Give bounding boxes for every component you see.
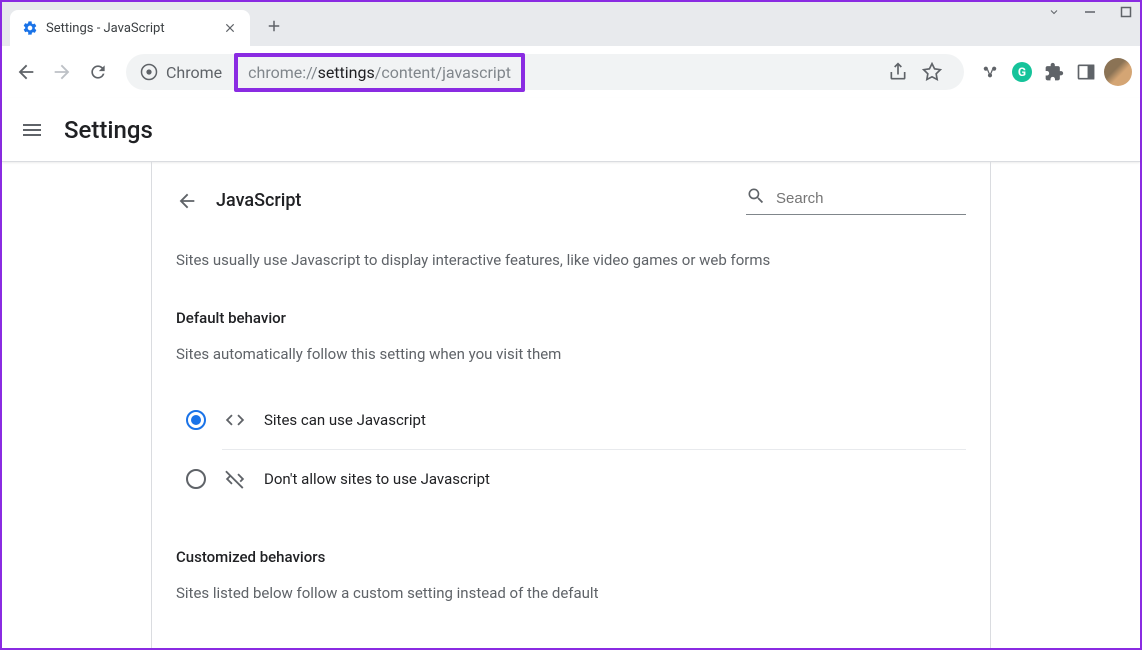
- panel-header: JavaScript: [152, 186, 990, 227]
- customized-heading: Customized behaviors: [176, 548, 966, 566]
- radio-option-block[interactable]: Don't allow sites to use Javascript: [176, 450, 966, 508]
- address-bar-icons: [884, 58, 950, 86]
- forward-button[interactable]: [46, 56, 78, 88]
- settings-title: Settings: [64, 116, 153, 144]
- back-button[interactable]: [10, 56, 42, 88]
- share-icon[interactable]: [884, 58, 912, 86]
- url-highlight-box: chrome://settings/content/javascript: [234, 53, 525, 92]
- menu-icon[interactable]: [20, 118, 44, 142]
- grammarly-icon[interactable]: G: [1008, 58, 1036, 86]
- browser-tab-bar: Settings - JavaScript: [2, 2, 1140, 46]
- radio-label: Sites can use Javascript: [264, 411, 426, 429]
- radio-option-allow[interactable]: Sites can use Javascript: [176, 391, 966, 449]
- window-controls: [1048, 4, 1132, 20]
- address-prefix: Chrome: [166, 63, 222, 82]
- customized-subtext: Sites listed below follow a custom setti…: [176, 584, 966, 602]
- content-wrap: JavaScript Sites usually use Javascript …: [2, 162, 1140, 648]
- radio-button[interactable]: [186, 469, 206, 489]
- side-panel-icon[interactable]: [1072, 58, 1100, 86]
- search-icon: [746, 186, 766, 210]
- minimize-icon[interactable]: [1084, 6, 1096, 18]
- default-behavior-subtext: Sites automatically follow this setting …: [176, 345, 966, 363]
- browser-tab[interactable]: Settings - JavaScript: [10, 10, 250, 46]
- panel-description: Sites usually use Javascript to display …: [176, 251, 966, 269]
- bookmark-icon[interactable]: [918, 58, 946, 86]
- back-arrow-icon[interactable]: [176, 190, 198, 212]
- close-icon[interactable]: [222, 20, 238, 36]
- settings-header: Settings: [2, 98, 1140, 162]
- search-box[interactable]: [746, 186, 966, 215]
- radio-button[interactable]: [186, 410, 206, 430]
- search-input[interactable]: [776, 190, 966, 207]
- content-panel: JavaScript Sites usually use Javascript …: [151, 162, 991, 648]
- new-tab-button[interactable]: [260, 12, 288, 40]
- customized-section: Customized behaviors Sites listed below …: [176, 548, 966, 602]
- reload-button[interactable]: [82, 56, 114, 88]
- chevron-down-icon[interactable]: [1048, 4, 1060, 20]
- chrome-icon: [140, 63, 158, 81]
- radio-label: Don't allow sites to use Javascript: [264, 470, 490, 488]
- code-off-icon: [224, 468, 246, 490]
- maximize-icon[interactable]: [1120, 6, 1132, 18]
- address-bar[interactable]: Chrome chrome://settings/content/javascr…: [126, 54, 964, 90]
- extension-link-icon[interactable]: [976, 58, 1004, 86]
- tab-title: Settings - JavaScript: [46, 21, 222, 36]
- extensions-icon[interactable]: [1040, 58, 1068, 86]
- profile-avatar[interactable]: [1104, 58, 1132, 86]
- browser-toolbar: Chrome chrome://settings/content/javascr…: [2, 46, 1140, 98]
- url-text: chrome://settings/content/javascript: [248, 63, 511, 82]
- panel-body: Sites usually use Javascript to display …: [152, 227, 990, 602]
- default-behavior-heading: Default behavior: [176, 309, 966, 327]
- code-icon: [224, 409, 246, 431]
- gear-icon: [22, 20, 38, 36]
- panel-title: JavaScript: [216, 190, 746, 211]
